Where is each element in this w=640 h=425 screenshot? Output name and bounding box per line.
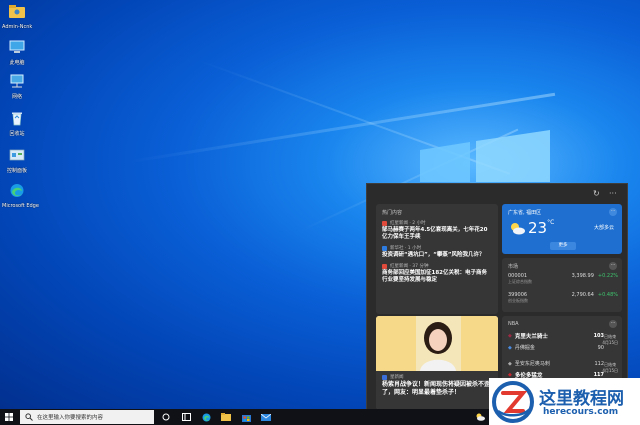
start-button[interactable] <box>0 409 18 425</box>
desktop-icon-control-panel[interactable]: 控制面板 <box>2 148 32 174</box>
nba-game[interactable]: ◆ 圣安东尼奥马刺 112 ◆ 多伦多猛龙 117 已结束 4月15日 <box>508 360 618 380</box>
refresh-icon[interactable]: ↻ <box>593 189 600 198</box>
desktop-icon-label: 回收站 <box>9 131 25 137</box>
weather-more-button[interactable]: 更多 <box>550 242 576 250</box>
news-source: 红星新闻 · 2 小时 <box>390 221 426 226</box>
stock-change: +0.48% <box>597 292 618 298</box>
edge-icon <box>10 184 24 197</box>
search-placeholder: 在这里输入你要搜索的内容 <box>37 415 104 421</box>
search-icon <box>25 413 33 421</box>
weather-temperature: 23°C <box>528 219 555 237</box>
edge-icon <box>202 413 210 421</box>
nba-title: NBA <box>508 321 519 327</box>
weather-card[interactable]: 广东省, 福田区 ··· 23°C 大部多云 更多 <box>502 204 622 254</box>
team-logo-icon: ◆ <box>508 360 512 367</box>
news-source: 新华社 · 1 小时 <box>390 246 422 251</box>
taskbar-edge[interactable] <box>198 409 214 425</box>
game-status: 已结束 4月15日 <box>602 334 618 345</box>
taskbar-mail[interactable] <box>258 409 274 425</box>
desktop-icon-this-pc[interactable]: 此电脑 <box>2 40 32 66</box>
market-title: 市场 <box>508 264 519 270</box>
news-source-icon <box>382 263 387 269</box>
partly-cloudy-icon <box>511 223 525 235</box>
widgets-icon <box>181 413 191 421</box>
hot-news-card: 热门内容 红星新闻 · 2 小时 郜马赫赛子两年4.5亿套现离关，七年花20亿力… <box>376 204 498 314</box>
site-logo <box>492 381 534 423</box>
desktop-background: Admin-Ncnk 此电脑 网络 回收站 控制面板 Microsoft Edg… <box>0 0 640 409</box>
news-source-icon <box>382 374 387 380</box>
more-icon[interactable]: ··· <box>609 189 617 198</box>
control-panel-icon <box>9 149 25 161</box>
news-and-interests-panel: ↻ ··· 热门内容 红星新闻 · 2 小时 郜马赫赛子两年4.5亿套现离关，七… <box>366 183 628 409</box>
market-card: 市场 ··· 000001 3,398.99 +0.22% 上证综合指数 39900… <box>502 258 622 312</box>
game-status: 已结束 4月15日 <box>602 362 618 373</box>
stock-row[interactable]: 000001 3,398.99 +0.22% 上证综合指数 <box>508 273 618 285</box>
news-source: 红星新闻 · 37 分钟 <box>390 264 429 269</box>
panel-header: ↻ ··· <box>367 184 627 202</box>
desktop-icon-label: 控制面板 <box>6 168 27 174</box>
news-headline: 商务部回应美国加征182亿关税：电子商务行业要坚持发展与稳定 <box>382 270 487 283</box>
this-pc-icon <box>9 40 25 53</box>
desktop-icon-label: 网络 <box>11 94 22 100</box>
desktop-icon-label: 此电脑 <box>9 60 25 66</box>
user-folder-icon <box>9 5 25 18</box>
taskbar-store[interactable] <box>238 409 254 425</box>
news-photo <box>376 316 498 371</box>
partly-cloudy-icon <box>476 413 485 421</box>
stock-change: +0.22% <box>597 273 618 279</box>
news-item[interactable]: 红星新闻 · 37 分钟 商务部回应美国加征182亿关税：电子商务行业要坚持发展… <box>382 263 492 284</box>
news-source: 星新闻 <box>390 375 404 380</box>
taskbar-weather[interactable] <box>472 409 488 425</box>
desktop-icon-recycle-bin[interactable]: 回收站 <box>2 111 32 137</box>
task-view-button[interactable] <box>158 409 174 425</box>
team-name: 圣安东尼奥马刺 <box>514 361 550 367</box>
taskbar-search-box[interactable]: 在这里输入你要搜索的内容 <box>20 410 154 424</box>
taskbar-file-explorer[interactable] <box>218 409 234 425</box>
store-icon <box>241 414 251 422</box>
team-logo-icon: ◆ <box>508 333 512 339</box>
stock-name: 创业板指数 <box>508 298 528 303</box>
team-name: 克里夫兰骑士 <box>514 334 548 340</box>
stock-name: 上证综合指数 <box>508 279 532 284</box>
task-view-icon <box>162 413 170 421</box>
desktop-icon-user-folder[interactable]: Admin-Ncnk <box>2 4 32 30</box>
news-headline: 郜马赫赛子两年4.5亿套现离关，七年花20亿力保车王手续 <box>382 227 488 240</box>
site-watermark: 这里教程网 herecours.com <box>489 378 640 425</box>
desktop-icon-label: Admin-Ncnk <box>2 24 33 30</box>
news-headline: 杨紫肖战争议！新闻现伤将疑因被杀不歪了，网友：明显最着垫杀子！ <box>382 381 491 396</box>
news-source-icon <box>382 245 387 251</box>
recycle-bin-icon <box>12 112 22 126</box>
desktop-icon-edge[interactable]: Microsoft Edge <box>2 183 39 209</box>
weather-location: 广东省, 福田区 <box>508 210 542 216</box>
team-name: 丹佛掘金 <box>514 345 535 351</box>
team-logo-icon: ◆ <box>508 344 512 351</box>
desktop-icon-label: Microsoft Edge <box>2 203 39 209</box>
desktop-icon-network[interactable]: 网络 <box>2 74 32 100</box>
network-icon <box>10 74 24 88</box>
stock-row[interactable]: 399006 2,790.64 +0.48% 创业板指数 <box>508 292 618 304</box>
nba-game[interactable]: ◆ 克里夫兰骑士 103 ◆ 丹佛掘金 90 已结束 4月15日 <box>508 332 618 351</box>
file-explorer-icon <box>221 413 231 421</box>
more-icon[interactable]: ··· <box>609 208 617 216</box>
weather-description: 大部多云 <box>593 225 614 231</box>
image-news-card[interactable]: 星新闻 杨紫肖战争议！新闻现伤将疑因被杀不歪了，网友：明显最着垫杀子！ <box>376 316 498 409</box>
more-icon[interactable]: ··· <box>609 320 617 328</box>
stock-value: 2,790.64 <box>571 292 594 298</box>
start-icon <box>5 413 13 421</box>
more-icon[interactable]: ··· <box>609 262 617 270</box>
news-item[interactable]: 新华社 · 1 小时 投资调研“遇坑口”，“攀蒸”风险我几许？ <box>382 245 492 259</box>
hot-news-title: 热门内容 <box>382 210 403 216</box>
news-headline: 投资调研“遇坑口”，“攀蒸”风险我几许？ <box>382 252 485 258</box>
stock-value: 3,398.99 <box>571 273 594 279</box>
widgets-button[interactable] <box>178 409 194 425</box>
news-item[interactable]: 红星新闻 · 2 小时 郜马赫赛子两年4.5亿套现离关，七年花20亿力保车王手续 <box>382 220 492 241</box>
watermark-url: herecours.com <box>543 407 619 417</box>
mail-icon <box>261 413 271 421</box>
news-source-icon <box>382 220 387 226</box>
watermark-title: 这里教程网 <box>539 389 624 409</box>
